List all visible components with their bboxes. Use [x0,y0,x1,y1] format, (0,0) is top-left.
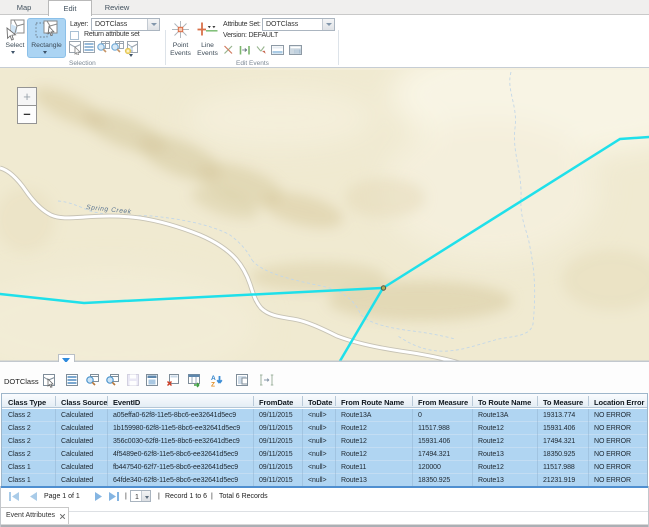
svg-text:Z: Z [211,382,215,389]
